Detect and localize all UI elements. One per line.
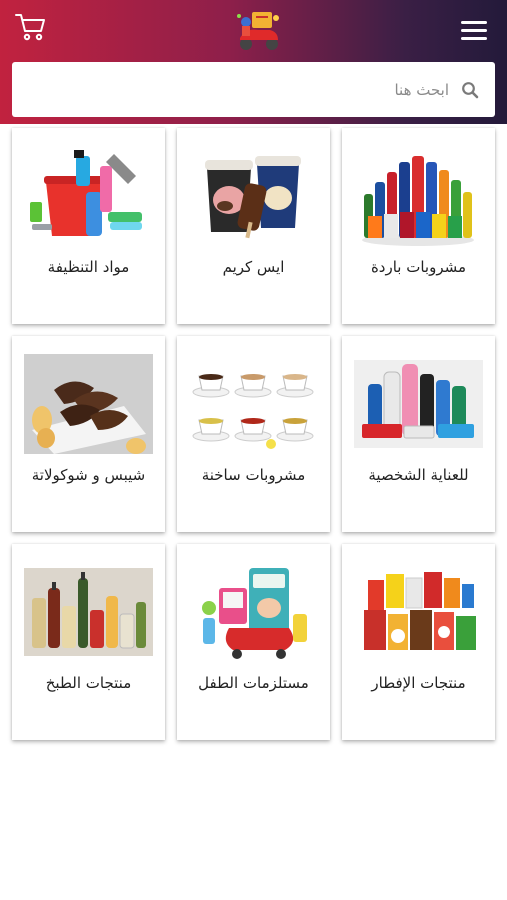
category-card-breakfast-products[interactable]: منتجات الإفطار [342,544,495,740]
breakfast-products-image [354,558,483,666]
category-label: ايس كريم [222,258,285,276]
category-label: منتجات الطبخ [45,674,132,692]
category-label: للعناية الشخصية [368,466,469,484]
hot-drinks-image [189,350,318,458]
category-card-cold-drinks[interactable]: مشروبات باردة [342,128,495,324]
cold-drinks-image [354,142,483,250]
category-card-baby-supplies[interactable]: مستلزمات الطفل [177,544,330,740]
delivery-scooter-logo[interactable] [232,8,286,54]
cooking-products-image [24,558,153,666]
category-label: مشروبات ساخنة [201,466,306,484]
category-card-chips-chocolate[interactable]: شيبس و شوكولاتة [12,336,165,532]
category-card-personal-care[interactable]: للعناية الشخصية [342,336,495,532]
hamburger-menu-icon[interactable] [458,18,490,46]
category-label: شيبس و شوكولاتة [31,466,146,484]
category-card-ice-cream[interactable]: ايس كريم [177,128,330,324]
chips-chocolate-image [24,350,153,458]
category-card-hot-drinks[interactable]: مشروبات ساخنة [177,336,330,532]
personal-care-image [354,350,483,458]
category-label: مستلزمات الطفل [198,674,309,692]
app-header [0,0,507,124]
category-label: مشروبات باردة [370,258,467,276]
category-grid: مشروبات باردة ايس كريم مواد التنظيفة للع… [12,128,495,740]
category-card-cleaning-supplies[interactable]: مواد التنظيفة [12,128,165,324]
search-icon[interactable] [461,81,479,99]
category-label: مواد التنظيفة [47,258,130,276]
ice-cream-image [189,142,318,250]
cleaning-supplies-image [24,142,153,250]
category-card-cooking-products[interactable]: منتجات الطبخ [12,544,165,740]
cart-icon[interactable] [14,10,48,44]
baby-supplies-image [189,558,318,666]
category-label: منتجات الإفطار [371,674,466,692]
search-bar[interactable] [12,62,495,117]
search-input[interactable] [49,74,449,105]
